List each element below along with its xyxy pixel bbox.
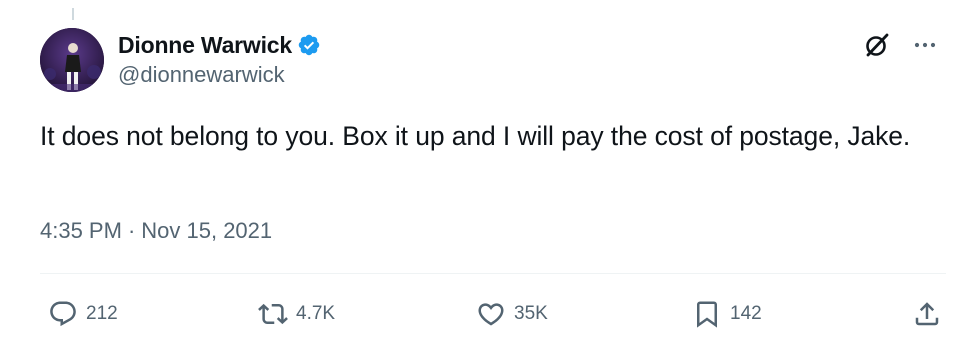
grok-icon[interactable] <box>862 30 892 60</box>
like-button[interactable]: 35K <box>476 290 548 338</box>
tweet-date[interactable]: Nov 15, 2021 <box>141 218 272 244</box>
meta-separator: · <box>127 218 136 243</box>
name-row: Dionne Warwick <box>118 30 321 60</box>
display-name[interactable]: Dionne Warwick <box>118 32 292 59</box>
bookmark-count: 142 <box>730 303 762 324</box>
share-icon <box>915 302 939 326</box>
verified-badge-icon[interactable] <box>297 33 321 57</box>
user-handle[interactable]: @dionnewarwick <box>118 62 321 88</box>
tweet-text: It does not belong to you. Box it up and… <box>40 121 911 151</box>
repost-icon <box>258 303 288 325</box>
tweet-header: Dionne Warwick @dionnewarwick <box>118 30 321 88</box>
avatar-image <box>40 28 104 92</box>
bookmark-icon <box>697 301 717 328</box>
divider <box>40 273 946 274</box>
like-icon <box>478 303 504 326</box>
action-bar: 212 4.7K 35K 142 <box>40 290 946 338</box>
top-actions <box>862 30 940 60</box>
like-count: 35K <box>514 303 548 324</box>
tweet-timestamp[interactable]: 4:35 PM · Nov 15, 2021 <box>40 218 272 244</box>
reply-icon <box>50 301 76 327</box>
tweet-detail: Dionne Warwick @dionnewarwick It does no… <box>0 0 970 348</box>
share-button[interactable] <box>912 290 942 338</box>
reply-button[interactable]: 212 <box>48 290 118 338</box>
thread-line <box>72 8 74 20</box>
repost-button[interactable]: 4.7K <box>258 290 335 338</box>
more-icon[interactable] <box>910 30 940 60</box>
repost-count: 4.7K <box>296 303 336 324</box>
reply-count: 212 <box>86 303 118 324</box>
tweet-time[interactable]: 4:35 PM <box>40 218 122 244</box>
bookmark-button[interactable]: 142 <box>692 290 762 338</box>
avatar[interactable] <box>40 28 104 92</box>
